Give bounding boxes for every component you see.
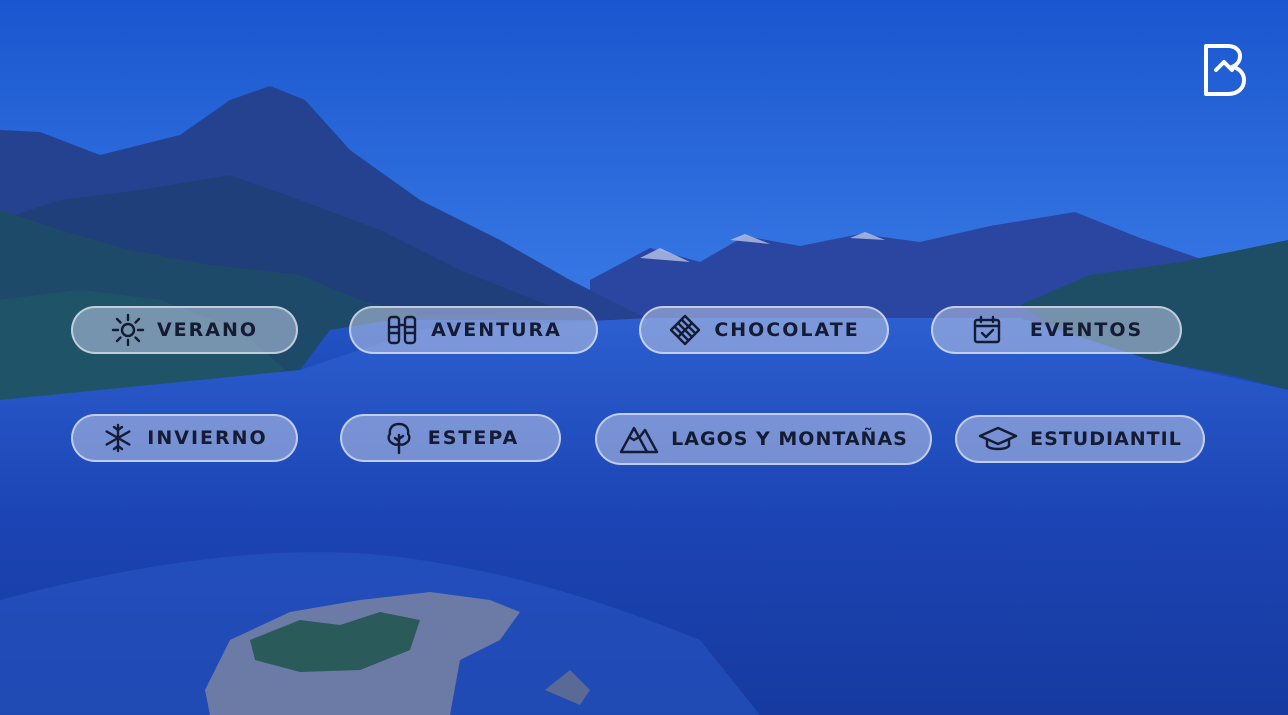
binoculars-icon xyxy=(385,313,419,347)
category-eventos-button[interactable]: EVENTOS xyxy=(931,306,1182,354)
category-chocolate-button[interactable]: CHOCOLATE xyxy=(639,306,889,354)
category-verano-button[interactable]: VERANO xyxy=(71,306,298,354)
category-lagos-y-montanas-button[interactable]: LAGOS Y MONTAÑAS xyxy=(595,413,932,465)
category-label: EVENTOS xyxy=(1029,319,1144,341)
brand-b-logo-icon[interactable] xyxy=(1198,40,1250,100)
chocolate-icon xyxy=(668,313,702,347)
hero-background: VERANO AVENTURA CHOCOLATE EVENTOS INVIER… xyxy=(0,0,1288,715)
sun-icon xyxy=(111,313,145,347)
category-label: ESTUDIANTIL xyxy=(1030,428,1182,450)
category-label: LAGOS Y MONTAÑAS xyxy=(671,428,908,450)
landscape-background xyxy=(0,0,1288,715)
category-label: ESTEPA xyxy=(427,427,520,449)
category-label: CHOCOLATE xyxy=(714,319,860,341)
category-label: INVIERNO xyxy=(147,427,268,449)
graduation-cap-icon xyxy=(978,422,1018,456)
category-invierno-button[interactable]: INVIERNO xyxy=(71,414,298,462)
category-aventura-button[interactable]: AVENTURA xyxy=(349,306,598,354)
snowflake-icon xyxy=(101,421,135,455)
mountains-icon xyxy=(619,422,659,456)
calendar-check-icon xyxy=(970,313,1004,347)
category-estudiantil-button[interactable]: ESTUDIANTIL xyxy=(955,415,1205,463)
tree-icon xyxy=(382,421,416,455)
category-label: AVENTURA xyxy=(431,319,562,341)
category-estepa-button[interactable]: ESTEPA xyxy=(340,414,561,462)
category-label: VERANO xyxy=(156,319,259,341)
